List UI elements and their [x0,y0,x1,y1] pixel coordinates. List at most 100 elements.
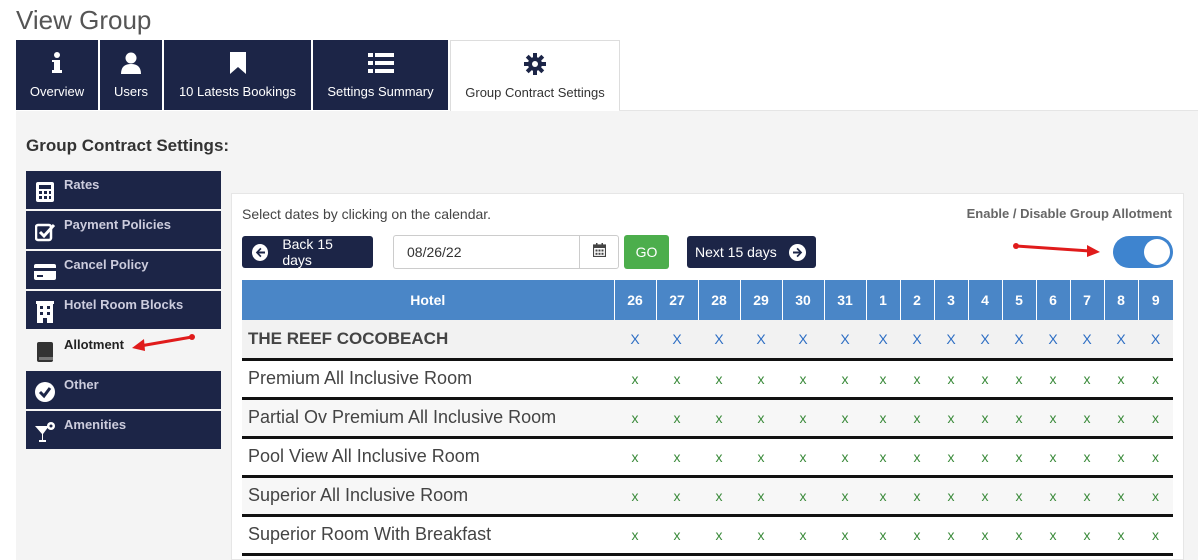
allotment-cell[interactable]: x [1104,359,1138,400]
allotment-cell[interactable]: x [656,515,698,556]
allotment-cell[interactable]: x [656,359,698,400]
allotment-cell[interactable]: X [968,320,1002,361]
allotment-cell[interactable]: x [968,476,1002,517]
allotment-cell[interactable]: x [1036,437,1070,478]
tab-settings-summary[interactable]: Settings Summary [313,40,448,110]
allotment-cell[interactable]: X [1036,320,1070,361]
allotment-cell[interactable]: X [1104,320,1138,361]
allotment-cell[interactable]: x [1138,515,1173,556]
allotment-cell[interactable]: x [900,359,934,400]
allotment-cell[interactable]: x [1002,476,1036,517]
allotment-cell[interactable]: x [698,437,740,478]
allotment-cell[interactable]: x [1002,515,1036,556]
allotment-cell[interactable]: x [782,398,824,439]
allotment-cell[interactable]: X [740,320,782,361]
allotment-cell[interactable]: x [1138,476,1173,517]
sidebar-item-hotel-room-blocks[interactable]: Hotel Room Blocks [26,291,221,329]
allotment-cell[interactable]: x [1070,398,1104,439]
allotment-cell[interactable]: x [698,476,740,517]
allotment-cell[interactable]: x [1104,437,1138,478]
allotment-cell[interactable]: X [782,320,824,361]
allotment-cell[interactable]: x [1070,359,1104,400]
day-column-header[interactable]: 1 [865,280,900,320]
day-column-header[interactable]: 28 [697,280,740,320]
allotment-cell[interactable]: x [900,515,934,556]
allotment-cell[interactable]: x [614,359,656,400]
allotment-cell[interactable]: X [866,320,900,361]
sidebar-item-cancel-policy[interactable]: Cancel Policy [26,251,221,289]
allotment-cell[interactable]: X [698,320,740,361]
allotment-cell[interactable]: x [740,359,782,400]
allotment-cell[interactable]: x [824,359,866,400]
allotment-cell[interactable]: x [968,359,1002,400]
group-allotment-toggle[interactable] [1113,236,1173,268]
allotment-cell[interactable]: X [1138,320,1173,361]
allotment-cell[interactable]: x [1036,398,1070,439]
tab-latest-bookings[interactable]: 10 Latests Bookings [164,40,311,110]
allotment-cell[interactable]: x [866,515,900,556]
allotment-cell[interactable]: x [866,398,900,439]
calendar-button[interactable] [579,235,619,269]
tab-overview[interactable]: Overview [16,40,98,110]
day-column-header[interactable]: 30 [781,280,824,320]
allotment-cell[interactable]: x [934,476,968,517]
day-column-header[interactable]: 6 [1035,280,1070,320]
allotment-cell[interactable]: x [1104,398,1138,439]
allotment-cell[interactable]: x [1002,398,1036,439]
allotment-cell[interactable]: x [968,398,1002,439]
day-column-header[interactable]: 8 [1103,280,1138,320]
day-column-header[interactable]: 29 [739,280,782,320]
sidebar-item-amenities[interactable]: Amenities [26,411,221,449]
next-15-days-button[interactable]: Next 15 days [687,236,816,268]
allotment-cell[interactable]: x [698,398,740,439]
sidebar-item-payment-policies[interactable]: Payment Policies [26,211,221,249]
allotment-cell[interactable]: x [698,359,740,400]
allotment-cell[interactable]: x [968,515,1002,556]
allotment-cell[interactable]: x [900,476,934,517]
allotment-cell[interactable]: x [782,437,824,478]
allotment-cell[interactable]: x [824,437,866,478]
allotment-cell[interactable]: x [934,359,968,400]
tab-group-contract-settings[interactable]: Group Contract Settings [450,40,620,111]
allotment-cell[interactable]: X [900,320,934,361]
allotment-cell[interactable]: x [782,476,824,517]
day-column-header[interactable]: 31 [823,280,866,320]
allotment-cell[interactable]: x [1104,515,1138,556]
day-column-header[interactable]: 9 [1137,280,1173,320]
allotment-cell[interactable]: x [934,398,968,439]
allotment-cell[interactable]: x [1070,437,1104,478]
allotment-cell[interactable]: x [656,476,698,517]
allotment-cell[interactable]: x [1138,359,1173,400]
allotment-cell[interactable]: X [1070,320,1104,361]
allotment-cell[interactable]: x [1070,476,1104,517]
back-15-days-button[interactable]: Back 15 days [242,236,373,268]
allotment-cell[interactable]: x [1104,476,1138,517]
allotment-cell[interactable]: x [782,515,824,556]
allotment-cell[interactable]: x [614,437,656,478]
sidebar-item-rates[interactable]: Rates [26,171,221,209]
allotment-cell[interactable]: x [866,476,900,517]
allotment-cell[interactable]: X [1002,320,1036,361]
sidebar-item-other[interactable]: Other [26,371,221,409]
allotment-cell[interactable]: X [656,320,698,361]
allotment-cell[interactable]: x [1036,359,1070,400]
tab-users[interactable]: Users [100,40,162,110]
allotment-cell[interactable]: x [824,476,866,517]
day-column-header[interactable]: 5 [1001,280,1036,320]
allotment-cell[interactable]: x [656,398,698,439]
allotment-cell[interactable]: X [824,320,866,361]
allotment-cell[interactable]: x [1138,437,1173,478]
allotment-cell[interactable]: x [1138,398,1173,439]
allotment-cell[interactable]: x [934,437,968,478]
allotment-cell[interactable]: x [1070,515,1104,556]
allotment-cell[interactable]: x [1002,359,1036,400]
allotment-cell[interactable]: x [824,398,866,439]
allotment-cell[interactable]: x [740,437,782,478]
allotment-cell[interactable]: x [866,437,900,478]
allotment-cell[interactable]: x [900,437,934,478]
allotment-cell[interactable]: x [1036,515,1070,556]
date-input[interactable]: 08/26/22 [393,235,580,269]
allotment-cell[interactable]: X [934,320,968,361]
day-column-header[interactable]: 7 [1069,280,1104,320]
allotment-cell[interactable]: x [656,437,698,478]
